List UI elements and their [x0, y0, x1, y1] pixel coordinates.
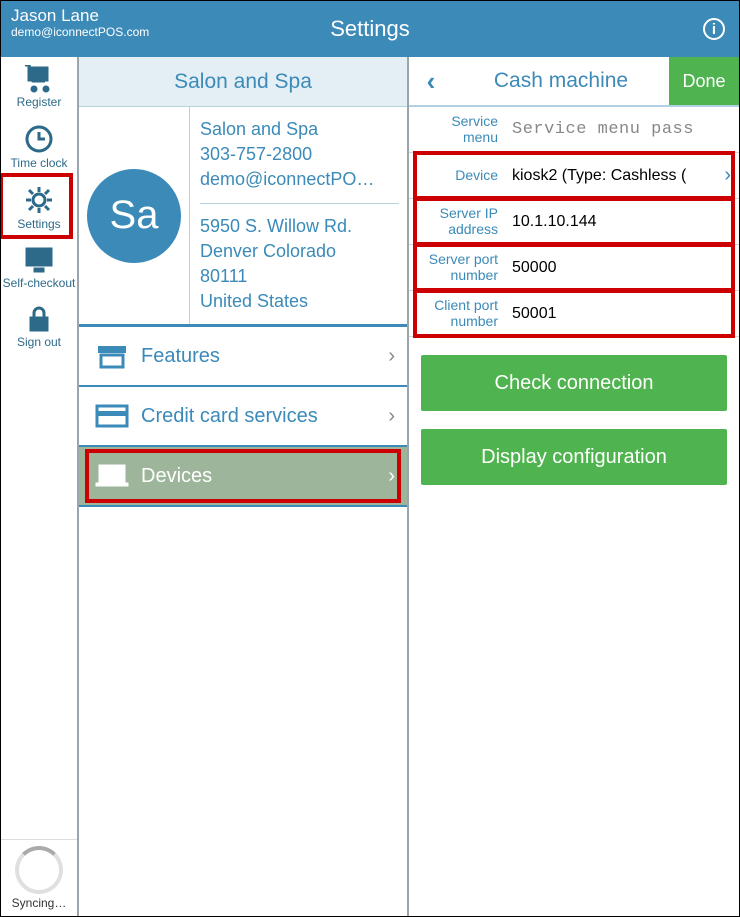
nav-label: Settings [17, 217, 60, 231]
nav-item-timeclock[interactable]: Time clock [1, 116, 77, 177]
cart-icon [22, 65, 56, 93]
card-icon [95, 404, 129, 428]
user-name: Jason Lane [11, 7, 149, 26]
syncing-label: Syncing… [12, 896, 67, 910]
field-value[interactable]: 10.1.10.144 [504, 213, 739, 231]
top-bar: Jason Lane demo@iconnectPOS.com Settings… [1, 1, 739, 57]
clock-icon [24, 124, 54, 154]
menu-item-features[interactable]: Features › [79, 327, 407, 387]
user-block: Jason Lane demo@iconnectPOS.com [11, 7, 149, 39]
page-title: Settings [330, 16, 410, 42]
nav-label: Self-checkout [3, 276, 76, 290]
nav-item-register[interactable]: Register [1, 57, 77, 116]
org-zip: 80111 [200, 264, 399, 289]
settings-middle-panel: Salon and Spa Sa Salon and Spa 303-757-2… [79, 57, 409, 916]
nav-item-settings[interactable]: Settings [1, 177, 77, 238]
field-value[interactable]: kiosk2 (Type: Cashless ( [504, 167, 724, 185]
org-address1: 5950 S. Willow Rd. [200, 214, 399, 239]
field-device[interactable]: Device kiosk2 (Type: Cashless ( › [409, 153, 739, 199]
org-country: United States [200, 289, 399, 314]
field-value[interactable]: 50001 [504, 305, 739, 323]
field-label: Server IPaddress [409, 206, 504, 237]
nav-label: Sign out [17, 335, 61, 349]
nav-item-selfcheckout[interactable]: Self-checkout [1, 238, 77, 297]
field-service-menu-password[interactable]: Servicemenu Service menu pass [409, 107, 739, 153]
detail-title: Cash machine [453, 69, 669, 93]
field-label: Client portnumber [409, 298, 504, 329]
chevron-right-icon: › [388, 465, 395, 488]
middle-title: Salon and Spa [79, 57, 407, 107]
menu-label: Credit card services [133, 405, 388, 428]
menu-item-devices[interactable]: Devices › [79, 447, 407, 507]
info-icon[interactable]: i [703, 18, 725, 40]
back-button[interactable]: ‹ [409, 66, 453, 97]
chevron-right-icon: › [388, 405, 395, 428]
chevron-right-icon: › [724, 164, 731, 187]
left-nav: Register Time clock Settings Self-checko… [1, 57, 79, 916]
user-email: demo@iconnectPOS.com [11, 26, 149, 39]
nav-label: Register [17, 95, 62, 109]
field-server-ip[interactable]: Server IPaddress 10.1.10.144 [409, 199, 739, 245]
done-button[interactable]: Done [669, 57, 739, 105]
nav-item-signout[interactable]: Sign out [1, 297, 77, 356]
org-avatar: Sa [87, 169, 181, 263]
lock-icon [26, 305, 52, 333]
spinner-icon [15, 846, 63, 894]
org-city-state: Denver Colorado [200, 239, 399, 264]
field-label: Servicemenu [409, 114, 504, 145]
syncing-indicator: Syncing… [1, 839, 77, 916]
org-phone: 303-757-2800 [200, 142, 399, 167]
gear-icon [24, 185, 54, 215]
menu-item-creditcard[interactable]: Credit card services › [79, 387, 407, 447]
monitor-icon [22, 246, 56, 274]
field-value[interactable]: Service menu pass [504, 120, 739, 139]
field-label: Device [409, 168, 504, 183]
field-value[interactable]: 50000 [504, 259, 739, 277]
menu-label: Devices [133, 465, 388, 488]
field-label: Server portnumber [409, 252, 504, 283]
field-server-port[interactable]: Server portnumber 50000 [409, 245, 739, 291]
detail-header: ‹ Cash machine Done [409, 57, 739, 107]
laptop-icon [94, 464, 130, 488]
org-card: Sa Salon and Spa 303-757-2800 demo@iconn… [79, 107, 407, 327]
org-email: demo@iconnectPO… [200, 167, 399, 192]
nav-label: Time clock [11, 156, 68, 170]
org-name: Salon and Spa [200, 117, 399, 142]
field-client-port[interactable]: Client portnumber 50001 [409, 291, 739, 337]
detail-panel: ‹ Cash machine Done Servicemenu Service … [409, 57, 739, 916]
chevron-right-icon: › [388, 345, 395, 368]
check-connection-button[interactable]: Check connection [421, 355, 727, 411]
archive-icon [95, 342, 129, 370]
display-configuration-button[interactable]: Display configuration [421, 429, 727, 485]
menu-label: Features [133, 345, 388, 368]
